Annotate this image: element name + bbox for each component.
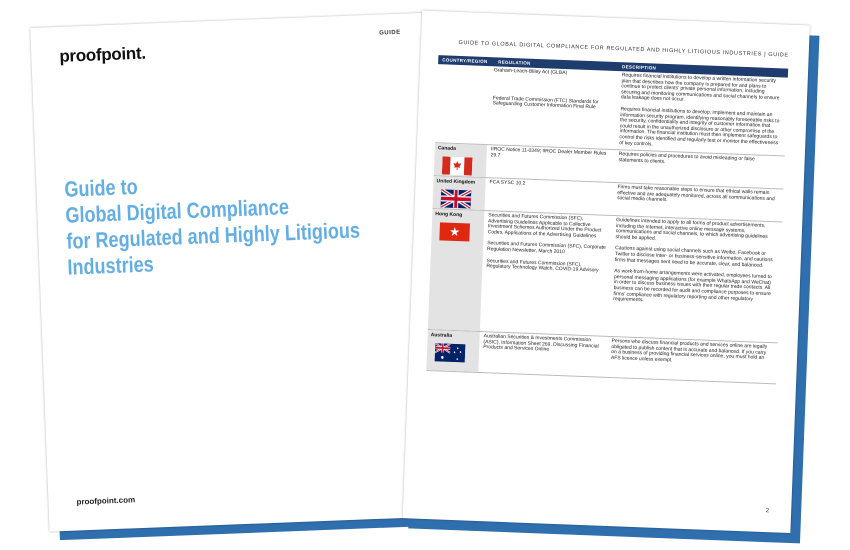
description-text: Cautions against using social channels s… bbox=[614, 245, 773, 269]
regulation-text: Securities and Futures Commission (SFC),… bbox=[486, 240, 606, 256]
country-cell: Australia bbox=[426, 329, 480, 372]
description-cell: Firms must take reasonable steps to ensu… bbox=[612, 183, 783, 222]
regulation-cell: FCA SYSC 10.2 bbox=[485, 178, 614, 215]
column-header: COUNTRY/REGION bbox=[442, 57, 488, 65]
country-name: Australia bbox=[430, 332, 453, 339]
hong-kong-flag-icon bbox=[439, 222, 470, 242]
country-name: Canada bbox=[437, 145, 457, 152]
regulation-text: FCA SYSC 10.2 bbox=[489, 179, 526, 187]
description-cell: Guidelines intended to apply to all form… bbox=[608, 216, 782, 342]
regulation-text: Graham-Leach-Bliley Act (GLBA) bbox=[493, 67, 568, 77]
inner-page-stack: GUIDE TO GLOBAL DIGITAL COMPLIANCE FOR R… bbox=[402, 10, 822, 546]
cover-title: Guide to Global Digital Compliance for R… bbox=[64, 164, 408, 281]
cover-url: proofpoint.com bbox=[76, 495, 136, 507]
regulation-cell: IIROC Notice 11-0349; IIROC Dealer Membe… bbox=[486, 145, 615, 182]
country-cell bbox=[435, 64, 490, 144]
description-text: Requires policies and procedures to avoi… bbox=[618, 151, 755, 165]
description-text: Requires financial institutions to devel… bbox=[620, 72, 780, 104]
country-name: Hong Kong bbox=[435, 211, 463, 219]
page-header: GUIDE TO GLOBAL DIGITAL COMPLIANCE FOR R… bbox=[458, 39, 789, 59]
regulation-text: Federal Trade Commission (FTC) Standards… bbox=[492, 94, 599, 111]
regulation-table: COUNTRY/REGION REGULATION DESCRIPTION Gr… bbox=[426, 55, 789, 385]
description-text: Persons who discuss financial products a… bbox=[610, 338, 768, 364]
description-text: Requires financial institutions to devel… bbox=[619, 106, 780, 147]
country-name: United Kingdom bbox=[436, 178, 476, 186]
description-text: Guidelines intended to apply to all form… bbox=[615, 217, 768, 242]
regulation-text: IIROC Notice 11-0349; IIROC Dealer Membe… bbox=[490, 146, 607, 159]
description-cell: Persons who discuss financial products a… bbox=[606, 337, 777, 383]
page-number: 2 bbox=[765, 508, 770, 515]
table-row: Graham-Leach-Bliley Act (GLBA) Federal T… bbox=[435, 64, 788, 157]
canada-flag-icon bbox=[441, 156, 473, 176]
cover-label: GUIDE bbox=[379, 29, 401, 37]
uk-flag-icon bbox=[440, 189, 472, 209]
description-text: As work-from-home arrangements were acti… bbox=[613, 268, 772, 304]
cover-page-stack: proofpoint. GUIDE Guide to Global Digita… bbox=[30, 12, 454, 543]
description-cell: Requires policies and procedures to avoi… bbox=[614, 150, 785, 189]
inner-page: GUIDE TO GLOBAL DIGITAL COMPLIANCE FOR R… bbox=[402, 10, 810, 534]
cover-page: proofpoint. GUIDE Guide to Global Digita… bbox=[30, 12, 442, 532]
country-cell: Canada bbox=[433, 143, 488, 178]
proofpoint-logo: proofpoint. bbox=[58, 43, 147, 66]
table-row: Hong Kong Securities and Futures Commiss… bbox=[427, 209, 783, 344]
regulation-cell: Securities and Futures Commission (SFC),… bbox=[480, 211, 613, 336]
description-text: Firms must take reasonable steps to ensu… bbox=[616, 184, 775, 204]
country-cell: Hong Kong bbox=[427, 209, 485, 331]
country-cell: United Kingdom bbox=[432, 176, 486, 211]
australia-flag-icon bbox=[434, 343, 466, 363]
regulation-cell: Graham-Leach-Bliley Act (GLBA) Federal T… bbox=[487, 66, 618, 149]
regulation-text: Australian Securities & Investments Comm… bbox=[483, 333, 599, 353]
description-cell: Requires financial institutions to devel… bbox=[615, 71, 788, 155]
regulation-text: Securities and Futures Commission (SFC),… bbox=[486, 257, 599, 274]
regulation-text: Securities and Futures Commission (SFC),… bbox=[487, 212, 602, 240]
regulation-cell: Australian Securities & Investments Comm… bbox=[478, 332, 607, 377]
